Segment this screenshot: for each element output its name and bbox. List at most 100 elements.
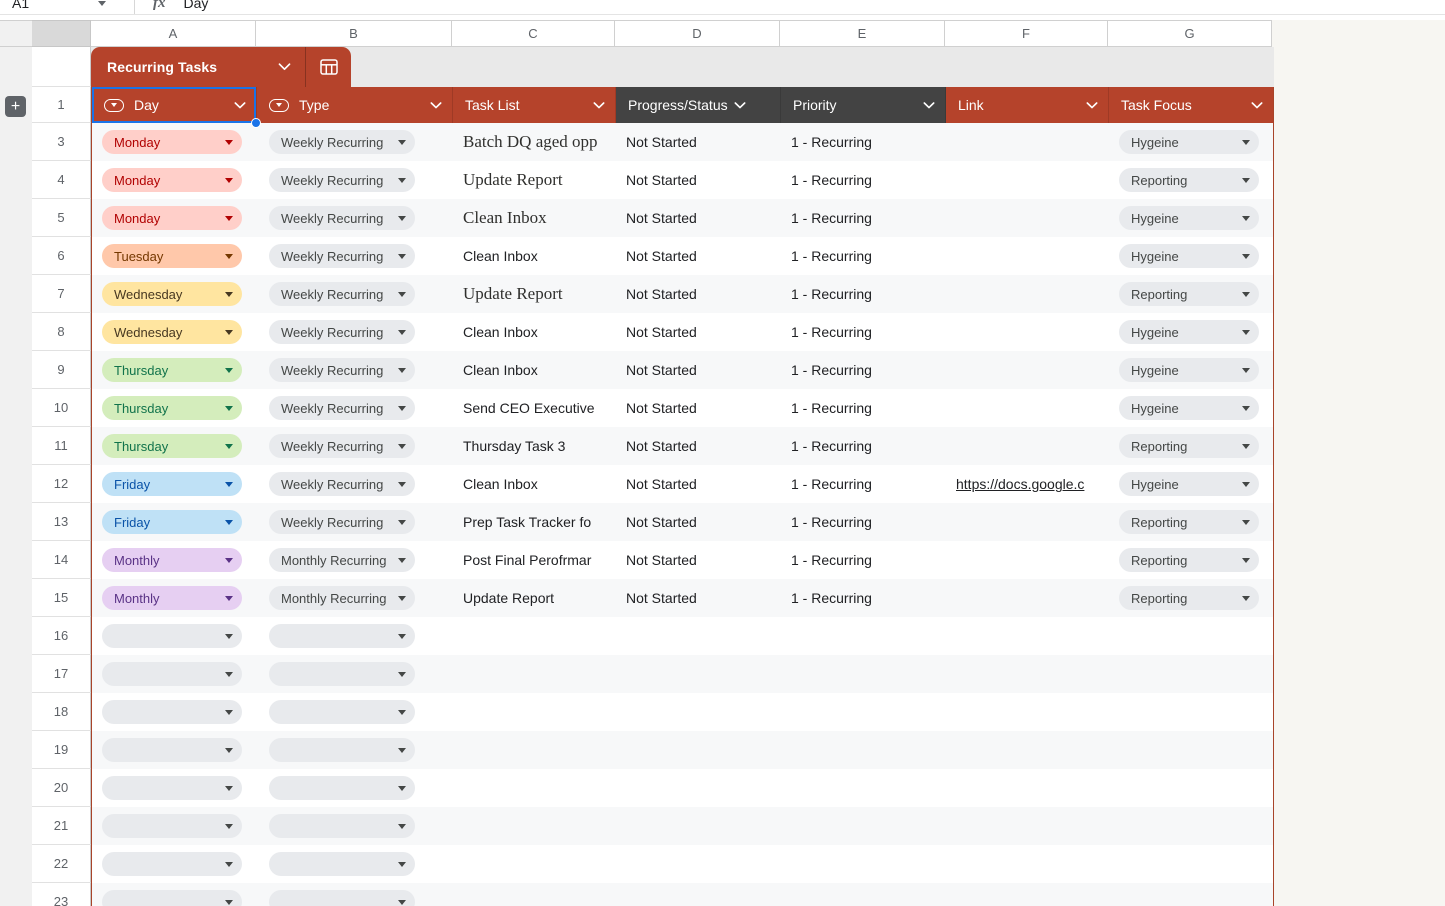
name-box-chevron-icon[interactable] xyxy=(98,1,106,6)
empty-cell[interactable] xyxy=(1109,655,1273,693)
type-cell[interactable]: Weekly Recurring xyxy=(257,389,453,427)
dropdown-triangle-icon[interactable] xyxy=(1242,216,1250,221)
progress-cell[interactable]: Not Started xyxy=(616,427,781,465)
dropdown-triangle-icon[interactable] xyxy=(398,900,406,905)
row-header-3[interactable]: 3 xyxy=(32,123,91,161)
unhide-rows-button[interactable]: + xyxy=(5,96,26,117)
progress-cell[interactable]: Not Started xyxy=(616,465,781,503)
priority-cell[interactable]: 1 - Recurring xyxy=(781,161,946,199)
priority-cell[interactable]: 1 - Recurring xyxy=(781,541,946,579)
empty-cell[interactable] xyxy=(453,655,616,693)
type-cell[interactable]: Weekly Recurring xyxy=(257,465,453,503)
task-cell[interactable]: Clean Inbox xyxy=(453,465,616,503)
task-focus-chip[interactable]: Hygeine xyxy=(1119,244,1259,268)
dropdown-triangle-icon[interactable] xyxy=(398,140,406,145)
task-focus-cell[interactable]: Hygeine xyxy=(1109,465,1273,503)
priority-cell[interactable]: 1 - Recurring xyxy=(781,427,946,465)
empty-cell[interactable] xyxy=(453,807,616,845)
type-chip[interactable]: Weekly Recurring xyxy=(269,168,415,192)
task-focus-cell[interactable]: Hygeine xyxy=(1109,389,1273,427)
day-cell[interactable] xyxy=(92,617,257,655)
type-cell[interactable]: Monthly Recurring xyxy=(257,541,453,579)
type-cell[interactable]: Monthly Recurring xyxy=(257,579,453,617)
day-chip[interactable]: Thursday xyxy=(102,358,242,382)
empty-cell[interactable] xyxy=(946,845,1109,883)
empty-cell[interactable] xyxy=(616,731,781,769)
day-chip[interactable]: Monthly xyxy=(102,548,242,572)
task-focus-chip[interactable]: Reporting xyxy=(1119,510,1259,534)
type-chip[interactable]: Weekly Recurring xyxy=(269,434,415,458)
priority-cell[interactable]: 1 - Recurring xyxy=(781,503,946,541)
dropdown-triangle-icon[interactable] xyxy=(1242,368,1250,373)
dropdown-triangle-icon[interactable] xyxy=(398,824,406,829)
task-focus-cell[interactable]: Reporting xyxy=(1109,161,1273,199)
type-cell[interactable]: Weekly Recurring xyxy=(257,161,453,199)
link-cell[interactable] xyxy=(946,503,1109,541)
dropdown-triangle-icon[interactable] xyxy=(225,368,233,373)
task-focus-cell[interactable]: Hygeine xyxy=(1109,123,1273,161)
empty-cell[interactable] xyxy=(616,693,781,731)
task-focus-chip[interactable]: Hygeine xyxy=(1119,320,1259,344)
day-cell[interactable]: Thursday xyxy=(92,427,257,465)
type-cell[interactable] xyxy=(257,769,453,807)
task-focus-cell[interactable]: Reporting xyxy=(1109,579,1273,617)
empty-type-chip[interactable] xyxy=(269,738,415,762)
day-cell[interactable]: Thursday xyxy=(92,389,257,427)
selection-fill-handle[interactable] xyxy=(251,118,261,128)
row-header-7[interactable]: 7 xyxy=(32,275,91,313)
progress-cell[interactable]: Not Started xyxy=(616,503,781,541)
day-chip[interactable]: Wednesday xyxy=(102,282,242,306)
empty-cell[interactable] xyxy=(946,883,1109,906)
dropdown-triangle-icon[interactable] xyxy=(1242,520,1250,525)
progress-cell[interactable]: Not Started xyxy=(616,275,781,313)
dropdown-triangle-icon[interactable] xyxy=(225,786,233,791)
column-header-D[interactable]: D xyxy=(615,20,780,47)
type-cell[interactable] xyxy=(257,617,453,655)
dropdown-triangle-icon[interactable] xyxy=(225,558,233,563)
dropdown-triangle-icon[interactable] xyxy=(225,216,233,221)
type-chip[interactable]: Weekly Recurring xyxy=(269,510,415,534)
dropdown-triangle-icon[interactable] xyxy=(398,292,406,297)
task-focus-chip[interactable]: Reporting xyxy=(1119,168,1259,192)
dropdown-triangle-icon[interactable] xyxy=(398,216,406,221)
priority-cell[interactable]: 1 - Recurring xyxy=(781,123,946,161)
empty-day-chip[interactable] xyxy=(102,776,242,800)
day-chip[interactable]: Friday xyxy=(102,472,242,496)
table-name-tab[interactable]: Recurring Tasks xyxy=(91,47,351,87)
day-chip[interactable]: Monday xyxy=(102,130,242,154)
select-all-corner[interactable] xyxy=(32,20,91,47)
task-cell[interactable]: Thursday Task 3 xyxy=(453,427,616,465)
name-box[interactable]: A1 xyxy=(12,0,74,11)
type-cell[interactable] xyxy=(257,883,453,906)
type-cell[interactable]: Weekly Recurring xyxy=(257,123,453,161)
day-cell[interactable]: Thursday xyxy=(92,351,257,389)
link-cell[interactable] xyxy=(946,389,1109,427)
task-focus-cell[interactable]: Reporting xyxy=(1109,541,1273,579)
day-chip[interactable]: Wednesday xyxy=(102,320,242,344)
type-cell[interactable] xyxy=(257,655,453,693)
empty-cell[interactable] xyxy=(1109,883,1273,906)
empty-type-chip[interactable] xyxy=(269,776,415,800)
empty-cell[interactable] xyxy=(781,807,946,845)
link-cell[interactable] xyxy=(946,313,1109,351)
table-header-link[interactable]: Link xyxy=(946,87,1109,123)
type-cell[interactable] xyxy=(257,693,453,731)
day-chip[interactable]: Monday xyxy=(102,206,242,230)
empty-cell[interactable] xyxy=(946,693,1109,731)
empty-cell[interactable] xyxy=(616,807,781,845)
dropdown-triangle-icon[interactable] xyxy=(1242,406,1250,411)
dropdown-triangle-icon[interactable] xyxy=(1242,558,1250,563)
empty-cell[interactable] xyxy=(616,655,781,693)
table-grid-icon[interactable] xyxy=(306,47,351,87)
dropdown-triangle-icon[interactable] xyxy=(398,710,406,715)
priority-cell[interactable]: 1 - Recurring xyxy=(781,275,946,313)
empty-type-chip[interactable] xyxy=(269,814,415,838)
type-chip[interactable]: Weekly Recurring xyxy=(269,472,415,496)
dropdown-triangle-icon[interactable] xyxy=(225,824,233,829)
row-header-8[interactable]: 8 xyxy=(32,313,91,351)
type-cell[interactable] xyxy=(257,807,453,845)
task-cell[interactable]: Batch DQ aged opp xyxy=(453,123,616,161)
link-cell[interactable] xyxy=(946,351,1109,389)
table-header-priority[interactable]: Priority xyxy=(781,87,946,123)
task-cell[interactable]: Update Report xyxy=(453,161,616,199)
